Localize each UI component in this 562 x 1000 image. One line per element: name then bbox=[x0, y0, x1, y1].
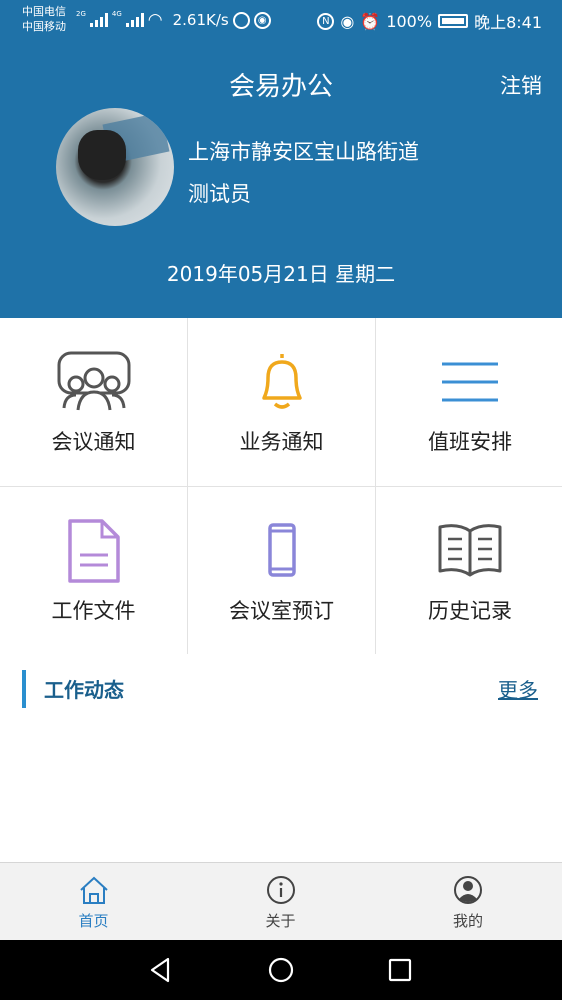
grid-item-label: 会议通知 bbox=[51, 430, 136, 454]
phone-icon bbox=[267, 523, 296, 577]
tab-mine[interactable]: 我的 bbox=[374, 863, 562, 941]
meeting-people-icon bbox=[57, 351, 130, 411]
battery-percent: 100% bbox=[386, 11, 433, 31]
current-date: 2019年05月21日 星期二 bbox=[166, 262, 396, 286]
more-link[interactable]: 更多 bbox=[498, 674, 538, 703]
section-accent-bar bbox=[22, 670, 26, 708]
alarm-icon: ⏰ bbox=[360, 11, 381, 31]
network-indicators: 2G 4G ◠ 2.61K/s ◉ bbox=[76, 10, 271, 30]
work-dynamics-header: 工作动态 更多 bbox=[0, 654, 562, 724]
grid-item-work-files[interactable]: 工作文件 bbox=[0, 487, 187, 655]
logout-button[interactable]: 注销 bbox=[500, 70, 542, 100]
tab-label: 我的 bbox=[452, 912, 483, 930]
section-title: 工作动态 bbox=[44, 678, 124, 702]
network-type-2: 4G bbox=[111, 10, 122, 18]
grid-item-label: 工作文件 bbox=[51, 599, 136, 623]
home-nav-icon[interactable] bbox=[265, 954, 297, 986]
avatar[interactable] bbox=[56, 108, 174, 226]
user-icon bbox=[454, 876, 482, 904]
back-icon[interactable] bbox=[144, 954, 176, 986]
status-right: N ◉ ⏰ 100% 晚上8:41 bbox=[317, 9, 542, 33]
tab-home[interactable]: 首页 bbox=[0, 863, 187, 941]
user-role: 测试员 bbox=[188, 182, 251, 206]
battery-icon bbox=[438, 14, 469, 28]
grid-item-duty-schedule[interactable]: 值班安排 bbox=[376, 318, 562, 486]
nfc-icon: N bbox=[317, 12, 335, 30]
grid-item-history[interactable]: 历史记录 bbox=[376, 487, 562, 655]
work-dynamics-list bbox=[0, 724, 562, 862]
menu-lines-icon bbox=[442, 362, 498, 402]
info-icon bbox=[266, 876, 295, 904]
profile-header: 会易办公 注销 上海市静安区宝山路街道 测试员 2019年05月21日 星期二 bbox=[0, 40, 562, 318]
recents-icon[interactable] bbox=[384, 954, 416, 986]
function-grid: 会议通知 业务通知 值班安排 工作文件 会议室预订 历史记录 bbox=[0, 318, 562, 655]
clock: 晚上8:41 bbox=[474, 13, 542, 32]
bottom-tab-bar: 首页 关于 我的 bbox=[0, 862, 562, 940]
grid-item-business-notice[interactable]: 业务通知 bbox=[188, 318, 375, 486]
document-icon bbox=[67, 519, 120, 583]
tab-about[interactable]: 关于 bbox=[187, 863, 374, 941]
tab-label: 关于 bbox=[265, 912, 296, 930]
status-bar: 中国电信 中国移动 2G 4G ◠ 2.61K/s ◉ N ◉ ⏰ 100% 晚… bbox=[0, 0, 562, 40]
system-nav-bar bbox=[0, 940, 562, 1000]
tab-label: 首页 bbox=[78, 912, 109, 930]
open-book-icon bbox=[438, 524, 502, 577]
sync-icon bbox=[232, 11, 250, 29]
wifi-icon: ◠ bbox=[147, 10, 163, 30]
home-icon bbox=[79, 876, 108, 904]
grid-item-meeting-notice[interactable]: 会议通知 bbox=[0, 318, 187, 486]
signal-icon bbox=[125, 13, 144, 27]
grid-item-label: 会议室预订 bbox=[229, 599, 334, 623]
user-address: 上海市静安区宝山路街道 bbox=[188, 140, 419, 164]
app-title: 会易办公 bbox=[228, 72, 333, 102]
carrier-1: 中国电信 bbox=[22, 5, 66, 18]
bell-icon bbox=[261, 354, 302, 409]
network-type-1: 2G bbox=[76, 10, 86, 18]
network-speed: 2.61K/s bbox=[172, 11, 229, 29]
grid-item-label: 值班安排 bbox=[428, 430, 512, 454]
avatar-photo-mouse bbox=[78, 130, 126, 180]
app-notification-icon: ◉ bbox=[253, 11, 271, 29]
eye-icon: ◉ bbox=[340, 11, 355, 31]
grid-item-room-booking[interactable]: 会议室预订 bbox=[188, 487, 375, 655]
signal-icon bbox=[89, 13, 108, 27]
grid-item-label: 业务通知 bbox=[239, 430, 324, 454]
carrier-labels: 中国电信 中国移动 bbox=[22, 4, 66, 34]
grid-item-label: 历史记录 bbox=[428, 599, 512, 623]
carrier-2: 中国移动 bbox=[22, 20, 66, 33]
